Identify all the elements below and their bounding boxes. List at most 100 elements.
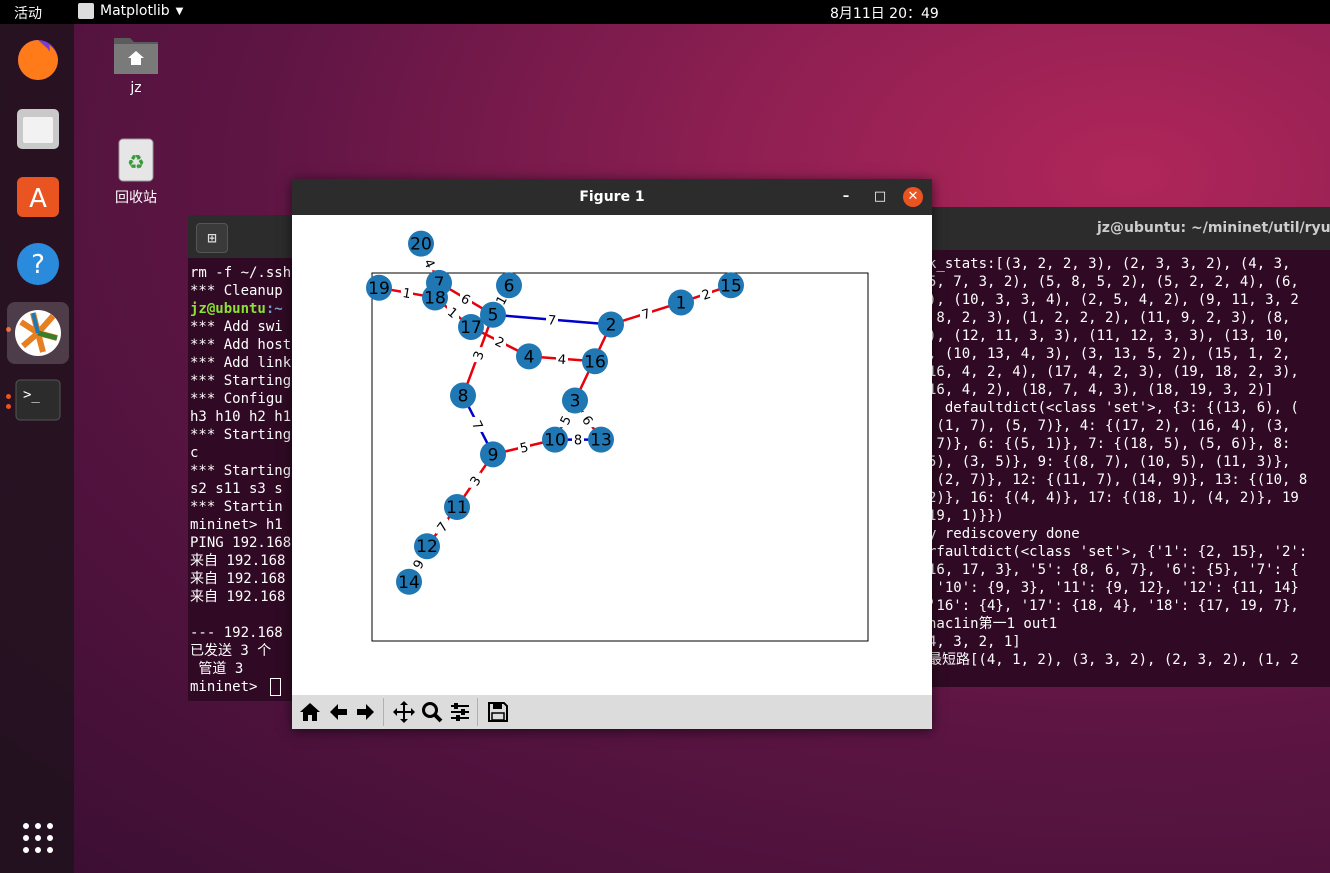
node-label: 9 [488, 445, 499, 465]
terminal-line: 4, 3, 2, 1] [928, 634, 1021, 650]
terminal-line: y rediscovery done [928, 526, 1080, 542]
terminal-line: 已发送 3 个 [190, 643, 272, 659]
svg-text:>_: >_ [23, 387, 40, 403]
maximize-button[interactable]: □ [870, 187, 890, 207]
home-folder-desktop-icon[interactable]: jz [101, 32, 171, 96]
terminal-line: 16, 17, 3}, '5': {8, 6, 7}, '6': {5}, '7… [928, 562, 1299, 578]
terminal-line: k_stats:[(3, 2, 2, 3), (2, 3, 3, 2), (4,… [928, 256, 1291, 272]
pan-move-icon[interactable] [390, 698, 418, 726]
terminal-line: 最短路[(4, 1, 2), (3, 3, 2), (2, 3, 2), (1,… [928, 652, 1299, 668]
right-terminal-title: jz@ubuntu: ~/mininet/util/ryu/ry [1097, 220, 1330, 236]
node-label: 17 [460, 318, 482, 338]
network-graph-canvas[interactable]: 456111737224565875379 207619181515217416… [292, 215, 932, 695]
figure-titlebar[interactable]: Figure 1 – □ ✕ [292, 179, 932, 215]
terminal-line: defaultdict(<class 'set'>, {3: {(13, 6),… [928, 400, 1299, 416]
right-terminal-window[interactable]: jz@ubuntu: ~/mininet/util/ryu/ry k_stats… [900, 207, 1330, 687]
configure-subplots-icon[interactable] [446, 698, 474, 726]
show-apps-grid-icon[interactable] [12, 812, 64, 864]
node-label: 13 [590, 431, 612, 451]
terminal-cursor [270, 678, 281, 696]
forward-arrow-icon[interactable] [352, 698, 380, 726]
left-terminal-titlebar[interactable]: ⊞ [188, 215, 298, 258]
terminal-line: s2 s11 s3 s [190, 481, 283, 497]
node-label: 6 [504, 276, 515, 296]
zoom-magnifier-icon[interactable] [418, 698, 446, 726]
terminal-line: (1, 7), (5, 7)}, 4: {(17, 2), (16, 4), (… [928, 418, 1291, 434]
software-store-icon[interactable]: A [12, 170, 64, 222]
terminal-line: ), (10, 3, 3, 4), (2, 5, 4, 2), (9, 11, … [928, 292, 1299, 308]
terminal-line: 管道 3 [190, 661, 244, 677]
minimize-button[interactable]: – [836, 187, 856, 207]
matplotlib-dock-icon[interactable] [7, 302, 69, 364]
node-label: 2 [606, 316, 617, 336]
files-icon[interactable] [12, 102, 64, 154]
firefox-icon[interactable] [12, 34, 64, 86]
terminal-line: mininet> [190, 679, 266, 695]
chevron-down-icon: ▼ [175, 5, 184, 17]
trash-desktop-icon[interactable]: ♻ 回收站 [101, 137, 171, 207]
clock[interactable]: 8月11日 20：49 [830, 3, 939, 23]
terminal-line: 16, 4, 2, 4), (17, 4, 2, 3), (19, 18, 2,… [928, 364, 1299, 380]
toolbar-separator [383, 698, 387, 726]
terminal-line: 5), (3, 5)}, 9: {(8, 7), (10, 5), (11, 3… [928, 454, 1291, 470]
node-label: 5 [488, 306, 499, 326]
node-label: 4 [524, 347, 535, 367]
trash-label: 回收站 [115, 190, 157, 206]
node-label: 11 [446, 498, 468, 518]
terminal-line: (2, 7)}, 12: {(11, 7), (14, 9)}, 13: {(1… [928, 472, 1308, 488]
terminal-line: ), (12, 11, 3, 3), (11, 12, 3, 3), (13, … [928, 328, 1291, 344]
edge-weight-label: 8 [574, 434, 582, 449]
terminal-line: '10': {9, 3}, '11': {9, 12}, '12': {11, … [928, 580, 1299, 596]
prompt-user: jz@ubuntu [190, 301, 266, 317]
save-floppy-icon[interactable] [484, 698, 512, 726]
terminal-line: 8, 2, 3), (1, 2, 2, 2), (11, 9, 2, 3), (… [928, 310, 1291, 326]
terminal-line: *** Cleanup [190, 283, 283, 299]
terminal-line: 16, 4, 2), (18, 7, 4, 3), (18, 19, 3, 2)… [928, 382, 1274, 398]
figure-toolbar [292, 695, 932, 729]
help-icon[interactable]: ? [12, 238, 64, 290]
node-label: 20 [410, 235, 432, 255]
close-button[interactable]: ✕ [903, 187, 923, 207]
node-label: 18 [424, 289, 446, 309]
terminal-line: 来自 192.168 [190, 553, 286, 569]
activities-button[interactable]: 活动 [14, 3, 42, 23]
terminal-line: '16': {4}, '17': {18, 4}, '18': {17, 19,… [928, 598, 1299, 614]
edge-weight-label: 4 [557, 353, 566, 369]
terminal-line: 19, 1)}}) [928, 508, 1004, 524]
top-bar: 活动 Matplotlib ▼ 8月11日 20：49 [0, 0, 1330, 24]
figure-window[interactable]: Figure 1 – □ ✕ 456111737224565875379 207… [292, 179, 932, 729]
new-tab-button[interactable]: ⊞ [196, 223, 228, 253]
terminal-line: c [190, 445, 199, 461]
terminal-line: 2)}, 16: {(4, 4)}, 17: {(18, 1), (4, 2)}… [928, 490, 1299, 506]
terminal-line: , (10, 13, 4, 3), (3, 13, 5, 2), (15, 1,… [928, 346, 1291, 362]
right-terminal-titlebar[interactable]: jz@ubuntu: ~/mininet/util/ryu/ry [900, 207, 1330, 250]
node-label: 1 [676, 293, 687, 313]
terminal-line: *** Starting [190, 427, 292, 443]
terminal-icon[interactable]: >_ [12, 374, 64, 426]
terminal-line: jz@ubuntu:~ [190, 300, 298, 318]
node-label: 19 [368, 279, 390, 299]
toolbar-separator [477, 698, 481, 726]
terminal-line: *** Startin [190, 499, 283, 515]
terminal-line: rfaultdict(<class 'set'>, {'1': {2, 15},… [928, 544, 1308, 560]
terminal-line: h3 h10 h2 h1 [190, 409, 292, 425]
terminal-line: *** Starting [190, 463, 292, 479]
app-menu[interactable]: Matplotlib ▼ [78, 3, 183, 19]
node-label: 15 [720, 276, 742, 296]
edge-weight-label: 7 [547, 313, 556, 329]
home-icon[interactable] [296, 698, 324, 726]
running-indicator [6, 404, 11, 409]
app-menu-label: Matplotlib [100, 3, 170, 19]
terminal-line: mininet> h1 [190, 517, 283, 533]
terminal-line: *** Add host [190, 337, 292, 353]
terminal-line: PING 192.168 [190, 535, 292, 551]
left-terminal-window[interactable]: ⊞ rm -f ~/.ssh *** Cleanup jz@ubuntu:~ *** … [188, 215, 298, 701]
svg-text:A: A [29, 184, 47, 214]
node-label: 10 [544, 431, 566, 451]
right-terminal-output: k_stats:[(3, 2, 2, 3), (2, 3, 3, 2), (4,… [900, 250, 1330, 669]
home-folder-icon [114, 38, 158, 74]
terminal-line: *** Add swi [190, 319, 283, 335]
back-arrow-icon[interactable] [324, 698, 352, 726]
node-label: 3 [570, 391, 581, 411]
dock: A ? >_ [0, 24, 74, 873]
